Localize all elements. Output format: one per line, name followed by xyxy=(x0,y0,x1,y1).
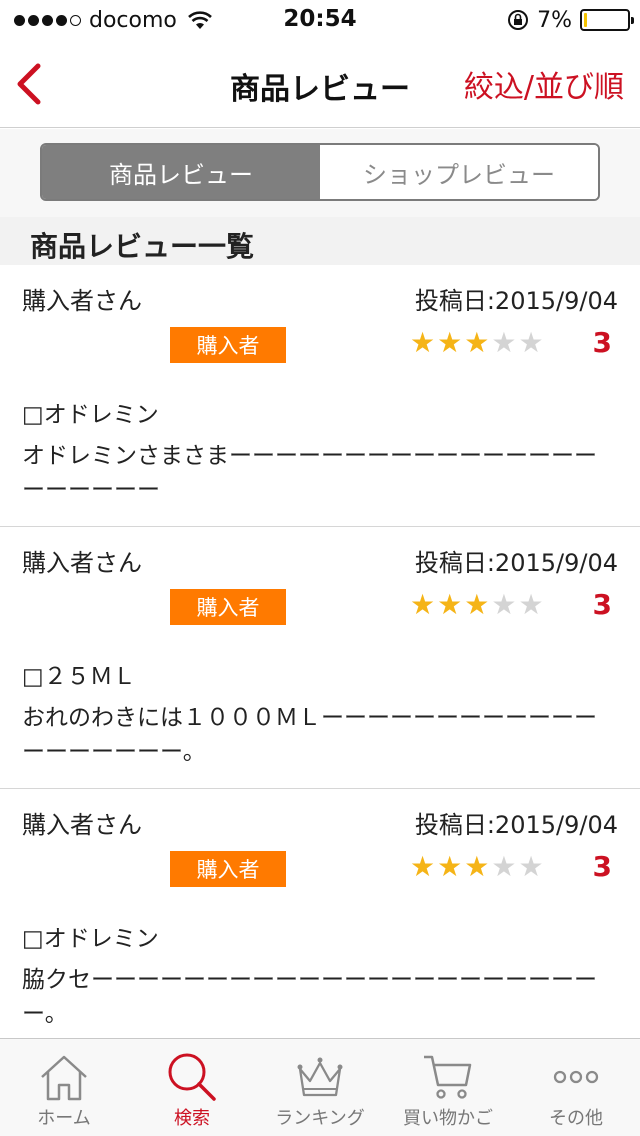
tab-home[interactable]: ホーム xyxy=(0,1039,128,1136)
post-date: 投稿日:2015/9/04 xyxy=(414,549,618,577)
reviewer-name: 購入者さん xyxy=(22,811,142,839)
star-filled-icon: ★ xyxy=(464,326,490,359)
star-filled-icon: ★ xyxy=(437,588,463,621)
review-body: オドレミンさまさまーーーーーーーーーーーーーーーーーーーーーー xyxy=(22,443,597,503)
battery-percent: 7% xyxy=(537,7,572,33)
tab-ranking[interactable]: ランキング xyxy=(256,1039,384,1136)
tab-shop-review[interactable]: ショップレビュー xyxy=(320,145,598,199)
star-empty-icon: ★ xyxy=(491,850,517,883)
star-filled-icon: ★ xyxy=(464,588,490,621)
battery-level xyxy=(584,13,587,27)
reviewer-name: 購入者さん xyxy=(22,549,142,577)
reviewer-name: 購入者さん xyxy=(22,287,142,315)
rating-score: 3 xyxy=(592,588,612,621)
tab-bar: ホーム 検索 ランキング 買い物かご その他 xyxy=(0,1038,640,1136)
star-filled-icon: ★ xyxy=(437,326,463,359)
star-rating: ★ ★ ★ ★ ★ xyxy=(410,847,544,887)
tab-label: ホーム xyxy=(37,1108,91,1129)
post-date: 投稿日:2015/9/04 xyxy=(414,287,618,315)
rotation-lock-icon xyxy=(508,10,529,30)
review-type-segmented-control: 商品レビュー ショップレビュー xyxy=(40,143,600,201)
review-title: □オドレミン xyxy=(22,926,159,952)
star-empty-icon: ★ xyxy=(518,326,544,359)
tab-label: 検索 xyxy=(174,1108,210,1129)
tab-product-review[interactable]: 商品レビュー xyxy=(42,145,320,199)
rating-score: 3 xyxy=(592,850,612,883)
tab-label: 買い物かご xyxy=(403,1108,493,1129)
review-item[interactable]: 購入者さん 投稿日:2015/9/04 購入者 ★ ★ ★ ★ ★ 3 □２５ＭＬ おれ… xyxy=(0,527,640,789)
review-item[interactable]: 購入者さん 投稿日:2015/9/04 購入者 ★ ★ ★ ★ ★ 3 □オドレミン 脇… xyxy=(0,789,640,1051)
nav-bar: 商品レビュー 絞込/並び順 xyxy=(0,40,640,128)
tab-search[interactable]: 検索 xyxy=(128,1039,256,1136)
star-filled-icon: ★ xyxy=(464,850,490,883)
cart-icon xyxy=(424,1055,472,1099)
review-title: □オドレミン xyxy=(22,402,159,428)
review-item[interactable]: 購入者さん 投稿日:2015/9/04 購入者 ★ ★ ★ ★ ★ 3 □オドレミン オ… xyxy=(0,265,640,527)
tab-more[interactable]: その他 xyxy=(512,1039,640,1136)
review-body: 脇クセーーーーーーーーーーーーーーーーーーーーーーー。 xyxy=(22,967,597,1027)
review-list: 購入者さん 投稿日:2015/9/04 購入者 ★ ★ ★ ★ ★ 3 □オドレミン オ… xyxy=(0,265,640,1051)
star-empty-icon: ★ xyxy=(491,588,517,621)
purchaser-badge: 購入者 xyxy=(170,327,286,363)
star-filled-icon: ★ xyxy=(437,850,463,883)
filter-sort-button[interactable]: 絞込/並び順 xyxy=(464,62,624,106)
purchaser-badge: 購入者 xyxy=(170,851,286,887)
search-icon xyxy=(168,1053,216,1101)
crown-icon xyxy=(297,1057,343,1097)
tab-cart[interactable]: 買い物かご xyxy=(384,1039,512,1136)
segment-area: 商品レビュー ショップレビュー xyxy=(0,129,640,217)
star-filled-icon: ★ xyxy=(410,850,436,883)
review-title: □２５ＭＬ xyxy=(22,664,136,690)
tab-label: その他 xyxy=(549,1108,603,1129)
star-filled-icon: ★ xyxy=(410,326,436,359)
more-icon xyxy=(553,1070,599,1084)
star-empty-icon: ★ xyxy=(518,588,544,621)
status-right: 7% xyxy=(507,6,634,34)
star-rating: ★ ★ ★ ★ ★ xyxy=(410,323,544,363)
status-bar: docomo 20:54 7% xyxy=(0,0,640,40)
star-empty-icon: ★ xyxy=(518,850,544,883)
section-title: 商品レビュー一覧 xyxy=(30,230,255,263)
star-empty-icon: ★ xyxy=(491,326,517,359)
battery-icon xyxy=(580,9,634,31)
tab-label: ランキング xyxy=(275,1108,365,1129)
star-rating: ★ ★ ★ ★ ★ xyxy=(410,585,544,625)
review-body: おれのわきには１０００ＭＬーーーーーーーーーーーーーーーーーーー。 xyxy=(22,705,597,765)
star-filled-icon: ★ xyxy=(410,588,436,621)
rating-score: 3 xyxy=(592,326,612,359)
purchaser-badge: 購入者 xyxy=(170,589,286,625)
post-date: 投稿日:2015/9/04 xyxy=(414,811,618,839)
home-icon xyxy=(41,1055,87,1101)
section-header: 商品レビュー一覧 xyxy=(0,217,640,265)
